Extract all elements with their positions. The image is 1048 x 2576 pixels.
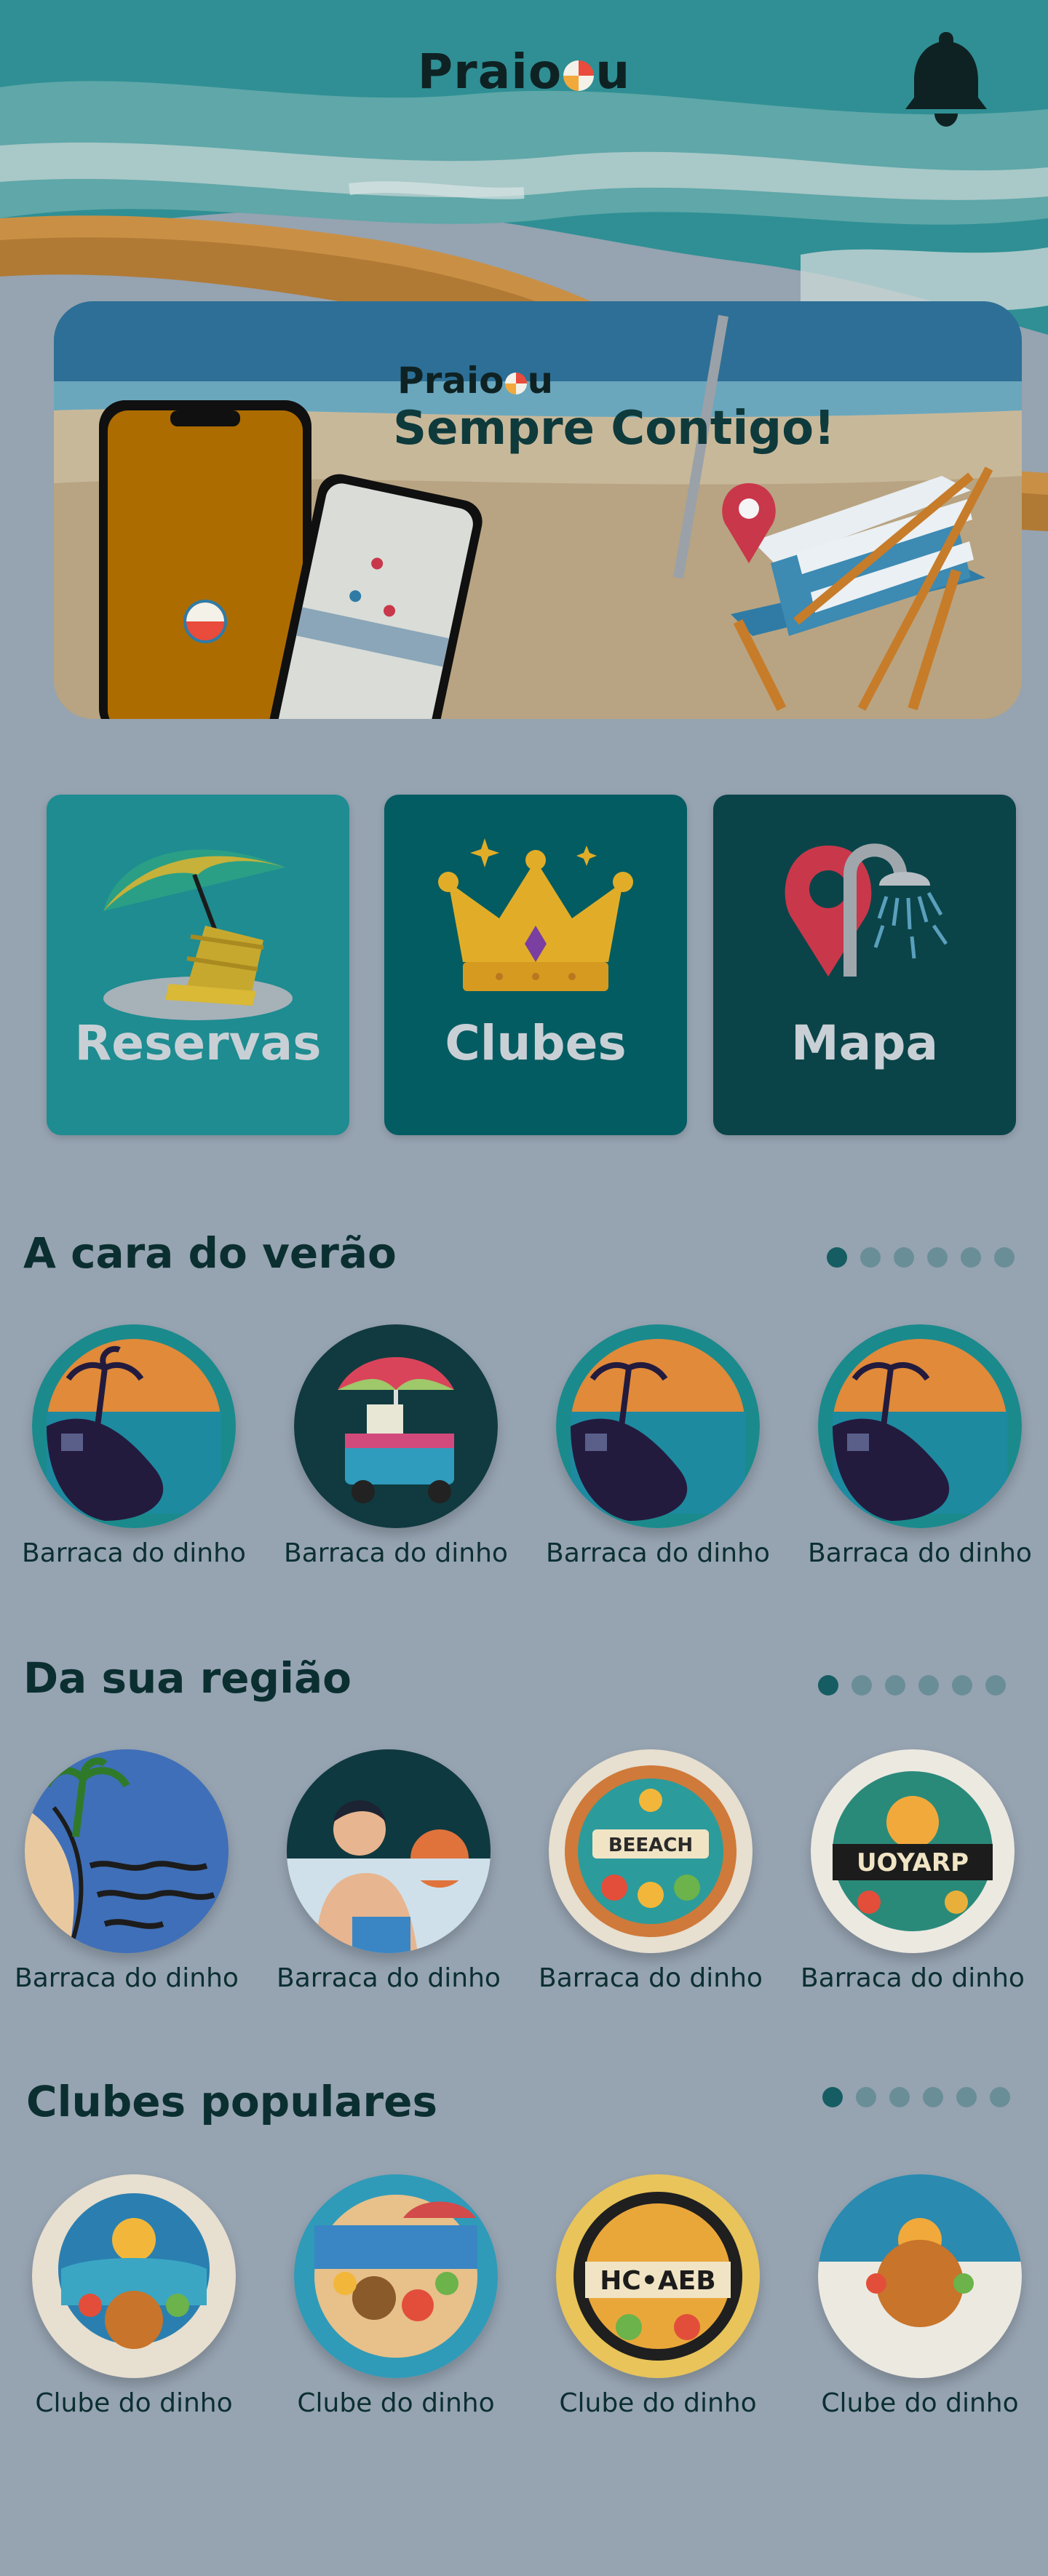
carousel-dot[interactable]	[852, 1675, 872, 1696]
category-label: Mapa	[791, 1015, 938, 1071]
carousel-dot[interactable]	[822, 2087, 843, 2107]
list-item[interactable]: Barraca do dinho	[541, 1324, 774, 1568]
promo-banner[interactable]: Praio u Sempre Contigo!	[54, 301, 1022, 719]
carousel-dot[interactable]	[927, 1247, 948, 1268]
carousel-dot[interactable]	[889, 2087, 910, 2107]
list-item[interactable]: Clube do dinho	[803, 2174, 1036, 2418]
list-item[interactable]: BEEACH Barraca do dinho	[534, 1749, 767, 1993]
map-pin-shower-icon	[785, 843, 948, 977]
banner-tagline: Sempre Contigo!	[393, 402, 835, 456]
list-item[interactable]: Clube do dinho	[17, 2174, 250, 2418]
prayou-badge-image: UOYARP	[811, 1749, 1015, 1953]
carousel-dot[interactable]	[885, 1675, 905, 1696]
man-sunset-image	[287, 1749, 491, 1953]
list-item[interactable]: Barraca do dinho	[17, 1324, 250, 1568]
section-title-region: Da sua região	[23, 1653, 352, 1703]
carousel-dot[interactable]	[856, 2087, 876, 2107]
section-title-summer: A cara do verão	[23, 1228, 397, 1278]
item-label: Barraca do dinho	[22, 1538, 246, 1568]
item-label: Clube do dinho	[821, 2388, 1019, 2418]
item-label: Barraca do dinho	[546, 1538, 770, 1568]
svg-text:HC•AEB: HC•AEB	[600, 2266, 715, 2296]
app-logo: Praio u	[417, 44, 631, 100]
carousel-dot[interactable]	[918, 1675, 939, 1696]
carousel-dots-popular[interactable]	[822, 2087, 1010, 2107]
beach-badge-image: HC•AEB	[556, 2174, 760, 2378]
list-item[interactable]: Barraca do dinho	[279, 1324, 512, 1568]
restaurant-badge-image	[32, 2174, 236, 2378]
item-label: Barraca do dinho	[808, 1538, 1032, 1568]
list-item[interactable]: Clube do dinho	[279, 2174, 512, 2418]
item-label: Clube do dinho	[559, 2388, 757, 2418]
carousel-dot[interactable]	[990, 2087, 1010, 2107]
sunset-island-image	[32, 1324, 236, 1528]
list-item[interactable]: UOYARP Barraca do dinho	[796, 1749, 1029, 1993]
list-item[interactable]: HC•AEB Clube do dinho	[541, 2174, 774, 2418]
carousel-dots-summer[interactable]	[827, 1247, 1015, 1268]
crown-icon	[438, 838, 633, 991]
bell-icon[interactable]	[902, 28, 990, 130]
carousel-dot[interactable]	[952, 1675, 972, 1696]
banner-logo: Praio u	[397, 359, 554, 402]
item-label: Barraca do dinho	[801, 1963, 1025, 1993]
category-label: Reservas	[74, 1015, 322, 1071]
item-label: Barraca do dinho	[284, 1538, 508, 1568]
carousel-dot[interactable]	[827, 1247, 847, 1268]
beach-cart-image	[294, 1324, 498, 1528]
restaurant-seal-image	[818, 2174, 1022, 2378]
svg-text:BEEACH: BEEACH	[608, 1834, 693, 1856]
category-card-reservas[interactable]: Reservas	[47, 795, 349, 1135]
beach-ball-icon	[563, 60, 595, 91]
carousel-dot[interactable]	[956, 2087, 977, 2107]
sunset-island-image	[556, 1324, 760, 1528]
list-item[interactable]: Barraca do dinho	[803, 1324, 1036, 1568]
sunset-island-image	[818, 1324, 1022, 1528]
beach-table-image	[294, 2174, 498, 2378]
category-card-clubes[interactable]: Clubes	[384, 795, 687, 1135]
svg-text:UOYARP: UOYARP	[857, 1848, 969, 1877]
item-label: Barraca do dinho	[15, 1963, 239, 1993]
category-label: Clubes	[445, 1015, 627, 1071]
carousel-dot[interactable]	[985, 1675, 1006, 1696]
beach-food-badge-image: BEEACH	[549, 1749, 753, 1953]
item-label: Barraca do dinho	[539, 1963, 763, 1993]
list-item[interactable]: Barraca do dinho	[10, 1749, 243, 1993]
section-title-popular-clubs: Clubes populares	[26, 2077, 437, 2126]
item-label: Clube do dinho	[35, 2388, 233, 2418]
palm-beach-image	[25, 1749, 229, 1953]
category-card-mapa[interactable]: Mapa	[713, 795, 1016, 1135]
carousel-dot[interactable]	[994, 1247, 1015, 1268]
carousel-dot[interactable]	[961, 1247, 981, 1268]
beach-ball-icon	[504, 373, 527, 394]
item-label: Barraca do dinho	[277, 1963, 501, 1993]
item-label: Clube do dinho	[297, 2388, 495, 2418]
beach-chair-umbrella-icon	[103, 849, 293, 1020]
carousel-dots-region[interactable]	[818, 1675, 1006, 1696]
carousel-dot[interactable]	[818, 1675, 838, 1696]
carousel-dot[interactable]	[923, 2087, 943, 2107]
app-header: Praio u	[0, 0, 1048, 160]
carousel-dot[interactable]	[860, 1247, 881, 1268]
carousel-dot[interactable]	[894, 1247, 914, 1268]
list-item[interactable]: Barraca do dinho	[272, 1749, 505, 1993]
